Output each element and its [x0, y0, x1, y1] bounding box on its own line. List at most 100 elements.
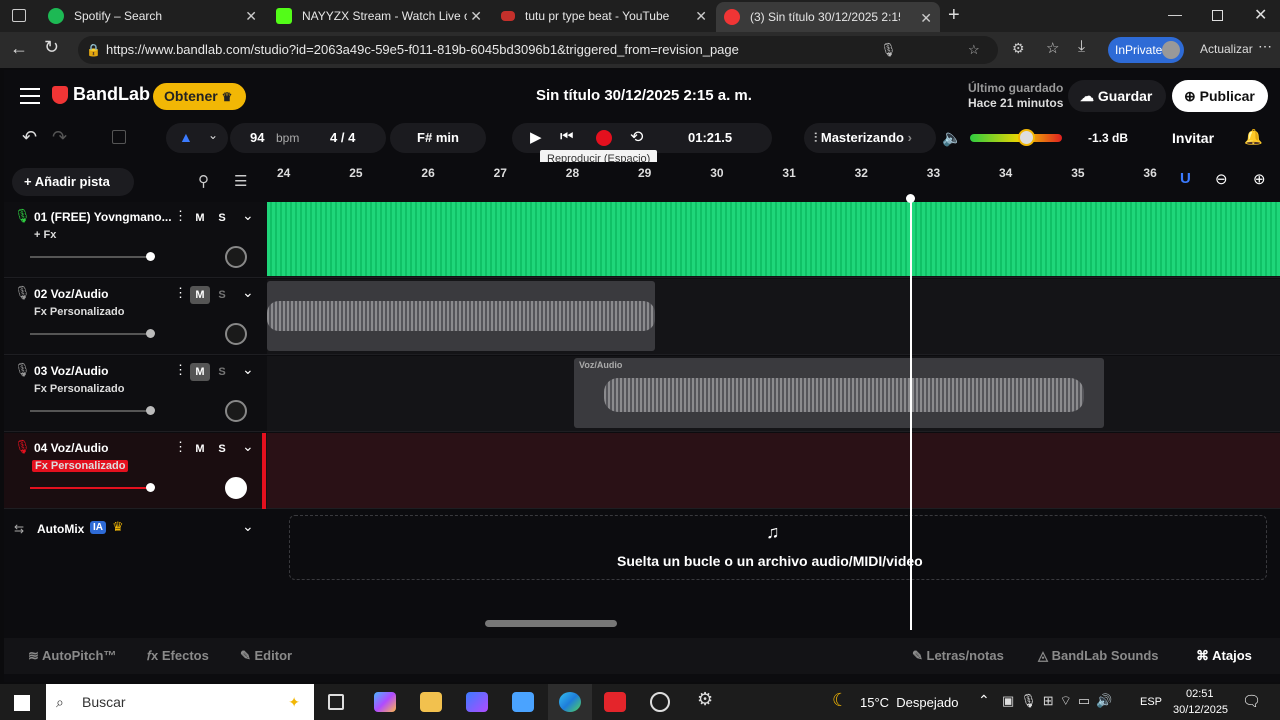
file-explorer-icon[interactable] — [420, 692, 442, 712]
mute-button[interactable]: M — [190, 363, 210, 381]
snap-magnet-icon[interactable]: U — [1180, 170, 1191, 187]
volume-slider[interactable] — [30, 329, 155, 338]
track-menu-icon[interactable]: ⋮ — [174, 285, 187, 301]
invite-button[interactable]: Invitar — [1172, 130, 1214, 146]
shortcuts-button[interactable]: ⌘ Atajos — [1196, 638, 1252, 674]
track-header[interactable]: 🎙 04 Voz/Audio Fx Personalizado ⋮ M S ⌄ — [4, 433, 267, 509]
track-lane[interactable] — [267, 202, 1280, 278]
volume-knob[interactable] — [1018, 129, 1035, 146]
clock-date[interactable]: 30/12/2025 — [1173, 704, 1228, 716]
fx-label[interactable]: + Fx — [34, 229, 56, 241]
track-name[interactable]: 04 Voz/Audio — [34, 441, 108, 455]
slider-knob[interactable] — [146, 252, 155, 261]
tab-spotify[interactable]: Spotify – Search ✕ — [40, 0, 265, 32]
playhead[interactable] — [910, 198, 912, 630]
tab-bandlab[interactable]: (3) Sin título 30/12/2025 2:15 ✕ — [716, 2, 940, 32]
menu-icon[interactable] — [20, 88, 40, 104]
editor-button[interactable]: ✎ Editor — [240, 638, 292, 674]
skip-back-icon[interactable]: ⏮ — [560, 128, 574, 145]
slider-knob[interactable] — [146, 483, 155, 492]
update-button[interactable]: Actualizar — [1200, 42, 1253, 56]
tab-actions-icon[interactable] — [12, 9, 26, 22]
back-icon[interactable]: ← — [10, 38, 28, 59]
track-menu-icon[interactable]: ⋮ — [174, 208, 187, 224]
track-menu-icon[interactable]: ⋮ — [174, 362, 187, 378]
horizontal-scrollbar[interactable] — [485, 620, 617, 627]
close-icon[interactable]: ✕ — [470, 8, 482, 25]
mute-button[interactable]: M — [190, 440, 210, 458]
pan-knob[interactable] — [225, 477, 247, 499]
solo-button[interactable]: S — [212, 209, 232, 227]
clock-app-icon[interactable] — [650, 692, 670, 712]
mute-button[interactable]: M — [190, 286, 210, 304]
close-icon[interactable]: ✕ — [695, 8, 707, 25]
record-icon[interactable] — [596, 130, 612, 146]
track-header[interactable]: 🎙 03 Voz/Audio Fx Personalizado ⋮ M S ⌄ — [4, 356, 267, 432]
effects-button[interactable]: 𝑓x Efectos — [147, 638, 209, 674]
master-volume-slider[interactable] — [970, 129, 1062, 146]
obtener-button[interactable]: Obtener ♛ — [153, 83, 246, 110]
loop-icon[interactable]: ⟲ — [630, 127, 643, 147]
add-track-button[interactable]: + Añadir pista — [12, 168, 134, 196]
taskbar-search[interactable]: ⌕ Buscar ✦ — [46, 684, 314, 720]
track-name[interactable]: 01 (FREE) Yovngmano... — [34, 210, 172, 224]
audio-clip[interactable]: Voz/Audio — [574, 358, 1104, 428]
mastering-button[interactable]: ⫶ Masterizando › — [804, 123, 936, 153]
volume-slider[interactable] — [30, 406, 155, 415]
tray-icons[interactable]: ▣🎙⊞⌔▭🔊 — [1002, 693, 1118, 709]
automix-row[interactable]: ⇆ AutoMix IA ♛ ⌄ — [4, 512, 267, 548]
zoom-out-icon[interactable]: ⊖ — [1215, 170, 1228, 188]
chevron-down-icon[interactable]: ⌄ — [242, 361, 254, 378]
volume-slider[interactable] — [30, 483, 155, 492]
fx-label[interactable]: Fx Personalizado — [32, 460, 129, 472]
store-icon[interactable] — [512, 692, 534, 712]
restore-icon[interactable] — [1212, 10, 1223, 21]
lyrics-button[interactable]: ✎ Letras/notas — [912, 638, 1004, 674]
track-header[interactable]: 🎙 01 (FREE) Yovngmano... + Fx ⋮ M S ⌄ — [4, 202, 267, 278]
minimize-icon[interactable]: — — [1168, 6, 1182, 22]
solo-button[interactable]: S — [212, 363, 232, 381]
mixer-toggle-icon[interactable] — [112, 130, 126, 144]
chevron-down-icon[interactable]: ⌄ — [242, 518, 254, 535]
language-indicator[interactable]: ESP — [1140, 696, 1162, 708]
track-lane[interactable] — [267, 433, 1280, 509]
url-field[interactable]: 🔒 https://www.bandlab.com/studio?id=2063… — [78, 36, 998, 64]
weather-text[interactable]: 15°C Despejado — [860, 695, 958, 710]
track-lane[interactable]: Voz/Audio — [267, 356, 1280, 432]
track-header[interactable]: 🎙 02 Voz/Audio Fx Personalizado ⋮ M S ⌄ — [4, 279, 267, 355]
fx-label[interactable]: Fx Personalizado — [34, 383, 124, 395]
track-lane[interactable] — [267, 279, 1280, 355]
slider-knob[interactable] — [146, 329, 155, 338]
solo-button[interactable]: S — [212, 286, 232, 304]
favorites-icon[interactable]: ☆ — [1046, 39, 1059, 57]
pan-knob[interactable] — [225, 400, 247, 422]
zoom-in-icon[interactable]: ⊕ — [1253, 170, 1266, 188]
track-menu-icon[interactable]: ⋮ — [174, 439, 187, 455]
autopitch-button[interactable]: ≋ AutoPitch™ — [28, 638, 116, 674]
chevron-down-icon[interactable]: ⌄ — [242, 207, 254, 224]
task-view-icon[interactable] — [328, 694, 344, 710]
key-selector[interactable]: F# min — [390, 123, 486, 153]
chevron-down-icon[interactable]: ⌄ — [242, 438, 254, 455]
audio-clip[interactable] — [267, 202, 1280, 276]
metronome-dropdown[interactable]: ▲ ⌄ — [166, 123, 228, 153]
window-close-icon[interactable]: ✕ — [1254, 5, 1267, 25]
windows-start-icon[interactable] — [14, 695, 30, 711]
clock-time[interactable]: 02:51 — [1186, 688, 1214, 700]
new-tab-icon[interactable]: + — [948, 4, 960, 27]
pan-knob[interactable] — [225, 246, 247, 268]
publish-button[interactable]: ⊕ Publicar — [1172, 80, 1268, 112]
track-name[interactable]: 02 Voz/Audio — [34, 287, 108, 301]
tab-kick[interactable]: NAYYZX Stream - Watch Live on K ✕ — [268, 0, 490, 32]
close-icon[interactable]: ✕ — [245, 8, 257, 25]
mute-button[interactable]: M — [190, 209, 210, 227]
close-icon[interactable]: ✕ — [920, 10, 932, 27]
playhead-cap[interactable] — [906, 194, 915, 203]
microsoft-365-icon[interactable] — [466, 692, 488, 712]
tune-icon[interactable]: ⚲ — [198, 172, 209, 190]
slider-knob[interactable] — [146, 406, 155, 415]
track-settings-icon[interactable]: ☰ — [234, 172, 247, 190]
solo-button[interactable]: S — [212, 440, 232, 458]
downloads-icon[interactable]: ⤓ — [1078, 38, 1085, 56]
save-button[interactable]: ☁ Guardar — [1068, 80, 1166, 112]
